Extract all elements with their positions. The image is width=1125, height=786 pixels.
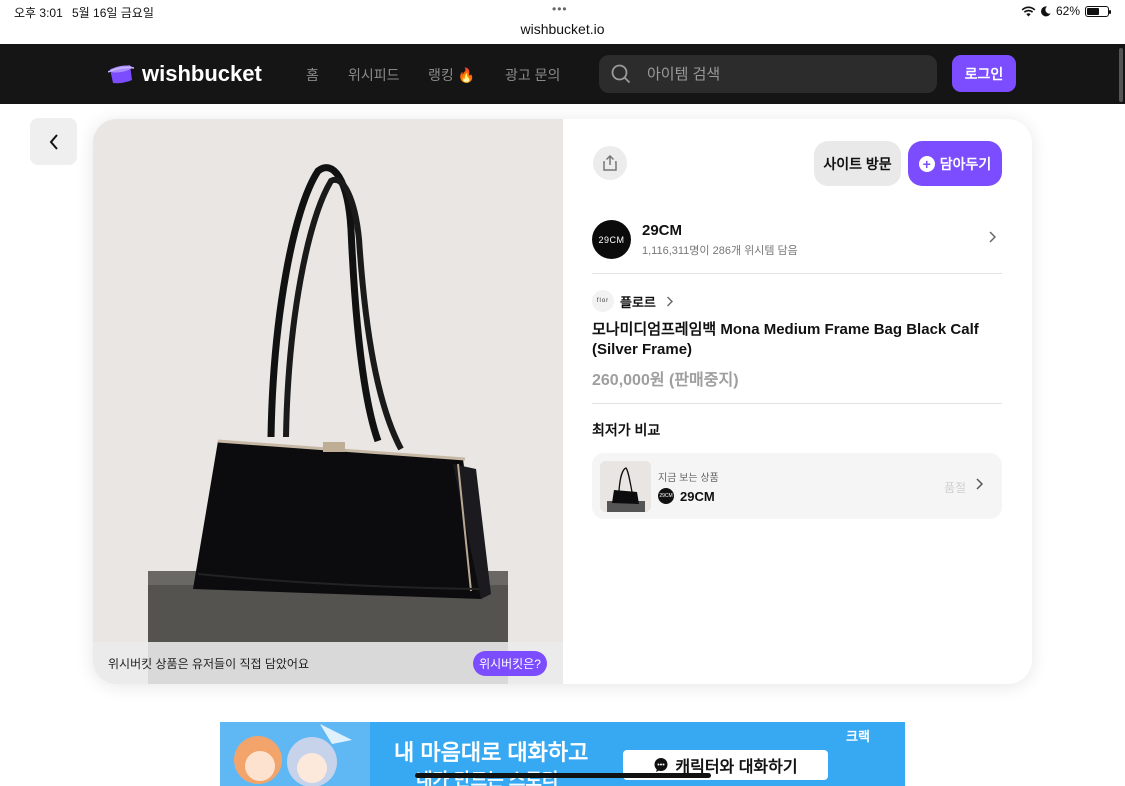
- logo-text: wishbucket: [142, 61, 262, 86]
- nav-ranking[interactable]: 랭킹 🔥: [428, 65, 475, 85]
- store-row[interactable]: 29CM 29CM 1,116,311명이 286개 위시템 담음: [592, 219, 1002, 261]
- save-button-label: 담아두기: [939, 155, 992, 172]
- price-compare-title: 최저가 비교: [592, 422, 661, 438]
- battery-level: [1087, 7, 1100, 15]
- ad-brand: 크랙: [846, 729, 870, 744]
- compare-label: 지금 보는 상품: [658, 473, 719, 484]
- more-dots-icon[interactable]: •••: [552, 2, 568, 16]
- brand-row[interactable]: flor 플로르: [592, 290, 673, 312]
- chevron-left-icon: [49, 133, 58, 150]
- moon-icon: [1041, 5, 1051, 16]
- search-bar[interactable]: [599, 55, 937, 93]
- status-date: 5월 16일 금요일: [72, 6, 154, 20]
- store-avatar: 29CM: [592, 220, 631, 259]
- login-button[interactable]: 로그인: [952, 55, 1016, 92]
- nav-wishfeed[interactable]: 위시피드: [348, 65, 400, 85]
- visit-site-button[interactable]: 사이트 방문: [814, 141, 901, 186]
- product-price: 260,000원 (판매중지): [592, 372, 739, 389]
- nav-ad-inquiry[interactable]: 광고 문의: [505, 65, 560, 85]
- chevron-right-icon: [666, 296, 673, 306]
- address-bar[interactable]: wishbucket.io: [0, 21, 1125, 37]
- chat-bubble-icon: [654, 758, 668, 772]
- share-icon: [603, 155, 617, 171]
- nav-home[interactable]: 홈: [306, 65, 319, 85]
- battery-percent: 62%: [1055, 4, 1080, 18]
- image-caption-bar: 위시버킷 상품은 유저들이 직접 담았어요 위시버킷은?: [93, 642, 563, 684]
- wishbucket-logo[interactable]: wishbucket: [108, 61, 262, 87]
- divider: [592, 273, 1002, 274]
- sold-out-status: 품절: [944, 481, 967, 495]
- compare-thumbnail: [600, 461, 651, 512]
- product-card: 위시버킷 상품은 유저들이 직접 담았어요 위시버킷은? 사이트 방문 + 담아…: [93, 119, 1032, 684]
- search-icon: [611, 64, 631, 84]
- home-indicator[interactable]: [415, 773, 711, 778]
- compare-store-name: 29CM: [680, 488, 715, 504]
- price-compare-item[interactable]: 지금 보는 상품 29CM 29CM 품절: [592, 453, 1002, 519]
- bucket-logo-icon: [108, 65, 134, 84]
- wifi-icon: [1021, 6, 1036, 16]
- share-button[interactable]: [593, 146, 627, 180]
- chevron-right-icon: [989, 231, 996, 243]
- status-bar: 오후 3:01 5월 16일 금요일 ••• wishbucket.io 62%: [0, 0, 1125, 44]
- compare-store: 29CM 29CM: [658, 488, 715, 504]
- product-title: 모나미디엄프레임백 Mona Medium Frame Bag Black Ca…: [592, 321, 979, 358]
- brand-name: 플로르: [620, 294, 656, 310]
- back-button[interactable]: [30, 118, 77, 165]
- brand-logo: flor: [592, 290, 614, 312]
- chevron-right-icon: [976, 478, 983, 490]
- top-navigation: wishbucket 홈 위시피드 랭킹 🔥 광고 문의 로그인: [0, 44, 1125, 104]
- handbag-image: [93, 119, 563, 684]
- save-button[interactable]: + 담아두기: [908, 141, 1002, 186]
- image-caption: 위시버킷 상품은 유저들이 직접 담았어요: [108, 657, 310, 671]
- search-input[interactable]: [647, 64, 917, 84]
- product-image: [93, 119, 563, 684]
- anime-characters-image: [220, 722, 370, 786]
- battery-icon: [1085, 5, 1111, 17]
- compare-store-logo: 29CM: [658, 488, 674, 504]
- what-is-wishbucket-button[interactable]: 위시버킷은?: [473, 651, 547, 676]
- handbag-thumbnail: [600, 461, 651, 512]
- ad-headline: 내 마음대로 대화하고: [394, 740, 589, 765]
- divider: [592, 403, 1002, 404]
- status-indicators: 62%: [1021, 4, 1111, 18]
- store-name: 29CM: [642, 222, 683, 239]
- status-time: 오후 3:01: [14, 6, 63, 20]
- plus-icon: +: [918, 155, 935, 172]
- store-meta: 1,116,311명이 286개 위시템 담음: [642, 245, 798, 257]
- scrollbar[interactable]: [1119, 48, 1123, 102]
